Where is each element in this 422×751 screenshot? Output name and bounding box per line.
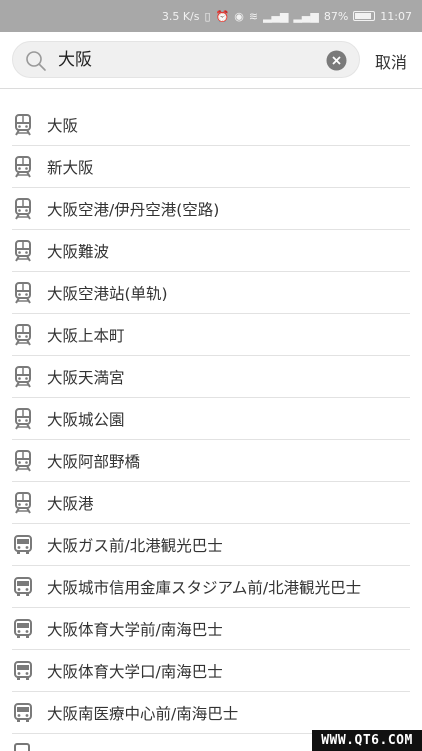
search-box[interactable]	[12, 41, 360, 79]
list-item-label: 大阪難波	[47, 242, 110, 261]
list-item[interactable]: 大阪空港站(单轨)	[12, 272, 410, 314]
cancel-button[interactable]: 取消	[375, 49, 407, 73]
bus-icon	[14, 618, 32, 640]
wifi-icon: ≋	[248, 9, 259, 23]
clock: 11:07	[380, 9, 412, 23]
search-input[interactable]	[58, 42, 318, 79]
list-item[interactable]: 大阪阿部野橋	[12, 440, 410, 482]
list-item[interactable]: 大阪空港/伊丹空港(空路)	[12, 188, 410, 230]
list-item-label: 大阪港	[47, 494, 94, 513]
list-item[interactable]: 大阪ガス前/北港観光巴士	[12, 524, 410, 566]
search-icon	[26, 51, 46, 71]
eye-icon: ◉	[234, 9, 244, 23]
battery-percent: 87%	[323, 9, 349, 23]
list-item[interactable]: 大阪難波	[12, 230, 410, 272]
vibrate-icon: ▯	[204, 9, 211, 23]
train-icon	[14, 365, 32, 388]
train-icon	[14, 113, 32, 136]
list-item-label: 大阪天満宮	[47, 368, 125, 387]
search-header: 取消	[0, 32, 422, 89]
train-icon	[14, 239, 32, 262]
signal-2-icon: ▂▄▆	[293, 9, 319, 23]
list-item-label: 大阪城市信用金庫スタジアム前/北港観光巴士	[47, 578, 362, 597]
alarm-icon: ⏰	[215, 9, 230, 23]
train-icon	[14, 155, 32, 178]
battery-icon	[353, 11, 376, 21]
list-item[interactable]: 大阪体育大学口/南海巴士	[12, 650, 410, 692]
list-item-label: 大阪空港站(单轨)	[47, 284, 168, 303]
list-item-label: 大阪体育大学前/南海巴士	[47, 620, 223, 639]
list-item-label: 大阪体育大学口/南海巴士	[47, 662, 223, 681]
list-item-label: 大阪上本町	[47, 326, 125, 345]
train-icon	[14, 197, 32, 220]
partial-list-item	[12, 735, 312, 751]
list-item[interactable]: 新大阪	[12, 146, 410, 188]
bus-icon	[14, 702, 32, 724]
network-speed: 3.5 K/s	[161, 9, 200, 23]
list-item[interactable]: 大阪上本町	[12, 314, 410, 356]
list-item-label: 新大阪	[47, 158, 94, 177]
list-item-label: 大阪阿部野橋	[47, 452, 141, 471]
signal-icon: ▂▄▆	[263, 9, 289, 23]
list-item[interactable]: 大阪城公園	[12, 398, 410, 440]
status-bar: 3.5 K/s ▯ ⏰ ◉ ≋ ▂▄▆ ▂▄▆ 87% 11:07	[0, 0, 422, 32]
list-item[interactable]: 大阪港	[12, 482, 410, 524]
clear-icon[interactable]	[326, 50, 347, 71]
bus-icon	[14, 660, 32, 682]
bus-icon	[14, 576, 32, 598]
train-icon	[14, 323, 32, 346]
list-item-label: 大阪空港/伊丹空港(空路)	[47, 200, 220, 219]
list-item[interactable]: 大阪	[12, 104, 410, 146]
list-item[interactable]: 大阪体育大学前/南海巴士	[12, 608, 410, 650]
list-item-label: 大阪ガス前/北港観光巴士	[47, 536, 223, 555]
train-icon	[14, 449, 32, 472]
list-item-label: 大阪城公園	[47, 410, 125, 429]
bus-icon	[14, 743, 30, 751]
bus-icon	[14, 534, 32, 556]
train-icon	[14, 491, 32, 514]
watermark: WWW.QT6.COM	[312, 730, 422, 751]
train-icon	[14, 281, 32, 304]
list-item[interactable]: 大阪南医療中心前/南海巴士	[12, 692, 410, 734]
results-list: 大阪新大阪大阪空港/伊丹空港(空路) 大阪難波大阪空港站(单轨) 大阪上本町大阪天満…	[0, 104, 422, 734]
list-item[interactable]: 大阪城市信用金庫スタジアム前/北港観光巴士	[12, 566, 410, 608]
list-item[interactable]: 大阪天満宮	[12, 356, 410, 398]
list-item-label: 大阪	[47, 116, 79, 135]
train-icon	[14, 407, 32, 430]
list-item-label: 大阪南医療中心前/南海巴士	[47, 704, 239, 723]
